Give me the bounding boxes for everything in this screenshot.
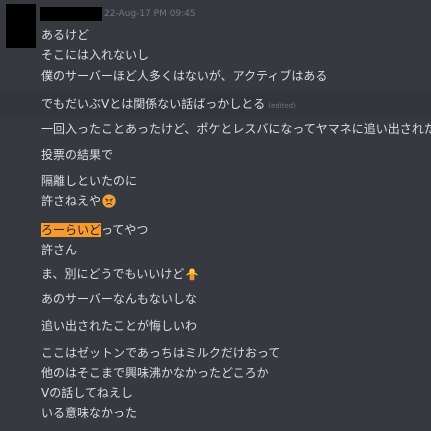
angry-face-emoji-icon[interactable] bbox=[102, 194, 116, 208]
message-line: ここはゼットンであっちはミルクだけおって bbox=[41, 346, 281, 360]
message-line-text: ってやつ bbox=[101, 223, 149, 237]
edited-label: (edited) bbox=[268, 102, 296, 110]
message-header: 22-Aug-17 PM 09:45 bbox=[40, 6, 196, 22]
message-line-with-emoji: ま、別にどうでもいいけど bbox=[41, 266, 199, 282]
message-line: 投票の結果で bbox=[41, 148, 114, 162]
message-line-text: 許さねえや bbox=[41, 194, 102, 208]
message-line: 追い出されたことが悔しいわ bbox=[41, 319, 198, 333]
message-line-with-emoji: 許さねえや bbox=[41, 193, 116, 209]
message-line: いる意味なかった bbox=[41, 406, 138, 420]
message-line: そこには入れないし bbox=[41, 48, 150, 62]
message-line-text: でもだいぶVとは関係ない話ばっかしとる bbox=[41, 97, 266, 111]
message-line: あのサーバーなんもないしな bbox=[41, 292, 197, 306]
user-avatar[interactable] bbox=[6, 4, 36, 48]
message-line: 他のはそこまで興味沸かなかったどころか bbox=[41, 366, 269, 380]
message-line: 許さん bbox=[41, 243, 78, 257]
message-line: あるけど bbox=[41, 28, 90, 42]
message-line: 隔離しといたのに bbox=[41, 174, 138, 188]
message-line-text: ま、別にどうでもいいけど bbox=[41, 267, 185, 281]
redacted-username[interactable] bbox=[40, 7, 102, 21]
highlighted-text: ろーらいど bbox=[41, 223, 102, 237]
message-timestamp: 22-Aug-17 PM 09:45 bbox=[104, 9, 196, 19]
message-line-with-highlight: ろーらいどってやつ bbox=[41, 222, 148, 238]
message-line-edited: でもだいぶVとは関係ない話ばっかしとる (edited) bbox=[41, 96, 296, 114]
person-shrugging-emoji-icon[interactable] bbox=[185, 267, 199, 281]
message-line: 一回入ったことあったけど、ポケとレスバになってヤマネに追い出された bbox=[41, 122, 431, 136]
message-line: 僕のサーバーほど人多くはないが、アクティブはある bbox=[41, 69, 328, 83]
message-line: Vの話してねえし bbox=[41, 386, 133, 400]
